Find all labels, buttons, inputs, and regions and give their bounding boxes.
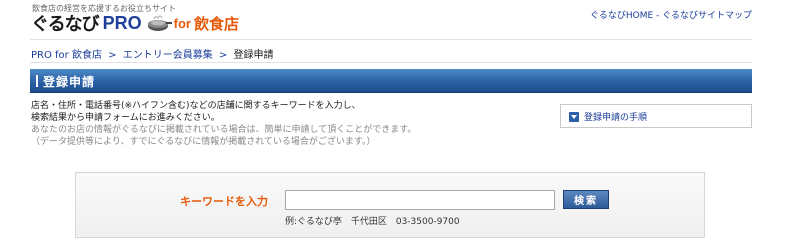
breadcrumb-item-entry[interactable]: エントリー会員募集 (123, 50, 213, 61)
keyword-input[interactable] (285, 190, 555, 210)
breadcrumb-separator: > (218, 50, 228, 61)
logo-for: for (173, 15, 191, 31)
procedure-link-box[interactable]: 登録申請の手順 (560, 104, 752, 128)
intro-line-2: 検索結果から申請フォームにお進みください。 (31, 113, 220, 123)
intro-line-1: 店名・住所・電話番号(※ハイフン含む)などの店舗に関するキーワードを入力し、 (31, 101, 361, 111)
logo-pro: PRO (102, 12, 142, 33)
search-panel: キーワードを入力 検索 例:ぐるなび亭 千代田区 03-3500-9700 (75, 172, 705, 238)
header-divider (30, 39, 752, 40)
site-logo[interactable]: ぐるなび PRO for 飲食店 (31, 12, 240, 35)
intro-line-3: あなたのお店の情報がぐるなびに掲載されている場合は、簡単に申請して頂くことができ… (31, 125, 417, 135)
title-marker (36, 75, 38, 87)
home-link[interactable]: ぐるなびHOME (590, 11, 653, 21)
intro-text: 店名・住所・電話番号(※ハイフン含む)などの店舗に関するキーワードを入力し、 検… (31, 100, 416, 148)
procedure-link[interactable]: 登録申請の手順 (584, 110, 647, 123)
breadcrumb-item-pro[interactable]: PRO for 飲食店 (31, 50, 102, 61)
sitemap-link[interactable]: ぐるなびサイトマップ (662, 11, 752, 21)
page-title: 登録申請 (43, 75, 96, 89)
search-example: 例:ぐるなび亭 千代田区 03-3500-9700 (285, 217, 460, 227)
breadcrumb-current: 登録申請 (233, 50, 274, 61)
top-links-separator: - (656, 11, 660, 21)
breadcrumb: PRO for 飲食店 > エントリー会員募集 > 登録申請 (31, 46, 274, 61)
pot-icon (146, 13, 172, 33)
breadcrumb-separator: > (108, 50, 117, 61)
intro-line-4: （データ提供等により、すでにぐるなびに情報が掲載されている場合がございます。） (31, 137, 376, 147)
keyword-label: キーワードを入力 (180, 195, 268, 208)
logo-brand: ぐるなび (31, 14, 100, 34)
breadcrumb-divider (30, 62, 752, 63)
search-button[interactable]: 検索 (563, 190, 609, 209)
logo-target: 飲食店 (194, 15, 240, 33)
section-title-bar: 登録申請 (30, 69, 752, 93)
top-links: ぐるなびHOME - ぐるなびサイトマップ (590, 8, 752, 21)
chevron-down-icon (569, 112, 579, 122)
